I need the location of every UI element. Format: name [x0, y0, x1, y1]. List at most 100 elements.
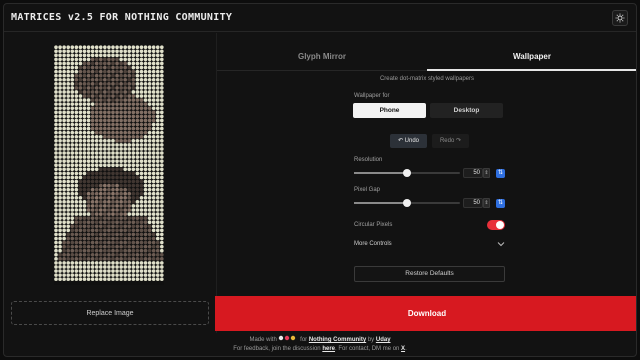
matrix-dot: [160, 139, 164, 143]
matrix-dot: [86, 86, 91, 90]
author-link[interactable]: Uday: [376, 337, 391, 343]
tab-glyph-mirror[interactable]: Glyph Mirror: [217, 45, 427, 71]
matrix-dot: [139, 252, 144, 257]
matrix-dot: [111, 134, 115, 139]
download-button[interactable]: Download: [215, 296, 636, 331]
matrix-dot: [123, 57, 127, 62]
matrix-dot: [98, 179, 103, 184]
matrix-dot: [94, 273, 99, 277]
matrix-dot: [94, 126, 99, 131]
matrix-dot: [123, 212, 127, 216]
phone-button[interactable]: Phone: [353, 103, 426, 118]
matrix-dot: [143, 86, 148, 90]
matrix-dot: [139, 200, 144, 204]
matrix-dot: [135, 147, 140, 151]
matrix-dot: [62, 232, 66, 237]
matrix-dot: [62, 102, 66, 106]
matrix-dot: [123, 122, 127, 127]
undo-button[interactable]: ↶ Undo: [390, 134, 427, 148]
matrix-dot: [147, 187, 152, 192]
matrix-dot: [86, 139, 91, 143]
matrix-dot: [78, 257, 83, 261]
matrix-dot: [119, 204, 123, 208]
matrix-dot: [62, 248, 66, 253]
matrix-dot: [103, 248, 107, 253]
resolution-input[interactable]: 50: [463, 168, 483, 178]
matrix-dot: [151, 183, 156, 188]
matrix-dot: [135, 143, 140, 147]
matrix-dot: [82, 208, 87, 212]
matrix-dot: [74, 82, 79, 86]
matrix-dot: [111, 147, 115, 151]
matrix-dot: [151, 102, 156, 106]
matrix-dot: [155, 77, 160, 82]
matrix-dot: [98, 269, 103, 273]
resolution-slider[interactable]: [354, 169, 460, 177]
matrix-dot: [70, 159, 75, 163]
matrix-dot: [127, 163, 132, 168]
matrix-dot: [155, 147, 160, 151]
resolution-stepper[interactable]: ⇕: [483, 168, 490, 178]
pixel-gap-stepper[interactable]: ⇕: [483, 198, 490, 208]
matrix-dot: [54, 163, 58, 168]
matrix-dot: [139, 273, 144, 277]
matrix-dot: [78, 130, 83, 135]
matrix-dot: [82, 147, 87, 151]
tab-wallpaper[interactable]: Wallpaper: [427, 45, 636, 71]
matrix-dot: [82, 232, 87, 237]
discussion-link[interactable]: here: [322, 346, 335, 352]
matrix-dot: [147, 49, 152, 54]
resolution-lock-icon[interactable]: ⇅: [496, 169, 505, 178]
matrix-dot: [115, 86, 119, 90]
matrix-dot: [139, 261, 144, 265]
matrix-dot: [151, 167, 156, 172]
resolution-slider-thumb[interactable]: [403, 169, 411, 177]
matrix-dot: [62, 191, 66, 196]
matrix-dot: [151, 86, 156, 90]
theme-toggle-button[interactable]: [612, 10, 628, 26]
matrix-dot: [123, 73, 127, 78]
matrix-dot: [111, 244, 115, 249]
matrix-dot: [139, 82, 144, 86]
matrix-dot: [127, 102, 132, 106]
matrix-dot: [135, 159, 140, 163]
restore-defaults-button[interactable]: Restore Defaults: [354, 266, 505, 282]
matrix-dot: [103, 175, 107, 180]
matrix-dot: [86, 265, 91, 269]
matrix-dot: [58, 269, 62, 273]
matrix-dot: [78, 61, 83, 66]
matrix-dot: [135, 179, 140, 184]
matrix-dot: [78, 134, 83, 139]
desktop-button[interactable]: Desktop: [430, 103, 503, 118]
matrix-dot: [135, 118, 140, 123]
matrix-dot: [54, 102, 58, 106]
matrix-dot: [98, 171, 103, 176]
matrix-dot: [78, 171, 83, 176]
matrix-dot: [160, 212, 164, 216]
more-controls-dropdown[interactable]: More Controls: [354, 239, 506, 251]
circular-pixels-toggle[interactable]: [487, 220, 505, 230]
matrix-dot: [160, 179, 164, 184]
matrix-dot: [66, 82, 71, 86]
matrix-dot: [143, 130, 148, 135]
pixel-gap-slider-thumb[interactable]: [403, 199, 411, 207]
replace-image-button[interactable]: Replace Image: [11, 301, 209, 325]
matrix-dot: [70, 65, 75, 70]
pixel-gap-input[interactable]: 50: [463, 198, 483, 208]
matrix-dot: [74, 277, 79, 281]
redo-button[interactable]: Redo ↷: [432, 134, 469, 148]
tab-bar: Glyph Mirror Wallpaper: [217, 45, 636, 71]
pixel-gap-slider[interactable]: [354, 199, 460, 207]
matrix-dot: [139, 163, 144, 168]
matrix-dot: [107, 212, 111, 216]
matrix-dot: [78, 216, 83, 220]
matrix-dot: [119, 224, 123, 229]
matrix-dot: [90, 244, 95, 249]
matrix-dot: [127, 65, 132, 70]
matrix-dot: [115, 212, 119, 216]
matrix-dot: [143, 45, 148, 49]
nothing-community-link[interactable]: Nothing Community: [309, 337, 366, 343]
matrix-dot: [127, 147, 132, 151]
pixel-gap-lock-icon[interactable]: ⇅: [496, 199, 505, 208]
matrix-dot: [155, 151, 160, 155]
